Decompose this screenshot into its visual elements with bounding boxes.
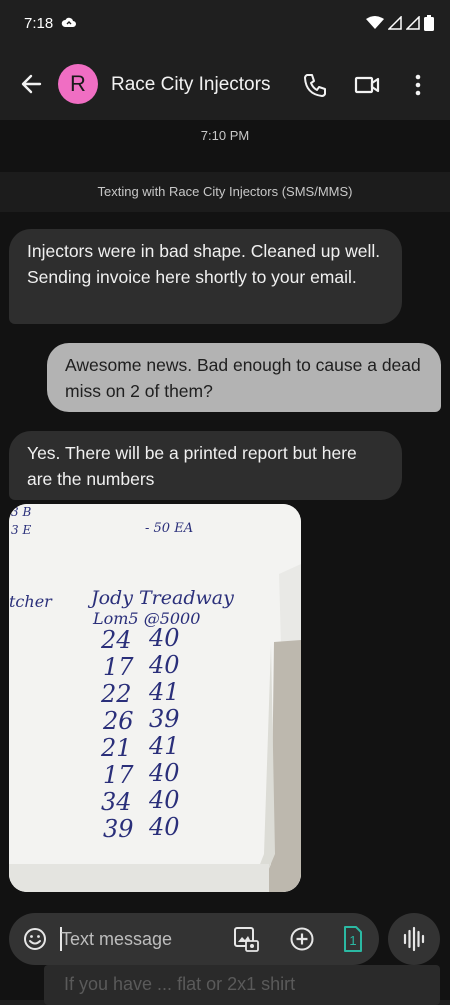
conversation-app-bar: R Race City Injectors	[0, 48, 450, 120]
signal-icon	[388, 16, 402, 30]
photo-side-text: tcher	[9, 592, 53, 611]
photo-value-left: 17	[103, 653, 134, 681]
gallery-icon[interactable]	[233, 926, 259, 952]
voice-wave-icon	[403, 926, 425, 952]
photo-value-left: 39	[103, 815, 134, 843]
sim-card-icon[interactable]: 1	[343, 925, 363, 953]
photo-value-left: 34	[101, 788, 132, 816]
back-arrow-icon[interactable]	[18, 70, 46, 98]
voice-message-button[interactable]	[388, 913, 440, 965]
battery-icon	[424, 15, 434, 31]
photo-value-right: 39	[149, 705, 180, 733]
photo-value-left: 24	[100, 626, 132, 654]
phone-call-icon[interactable]	[302, 72, 328, 98]
photo-value-right: 40	[148, 651, 180, 679]
more-options-icon[interactable]	[410, 72, 426, 98]
message-bubble-outgoing[interactable]: Awesome news. Bad enough to cause a dead…	[47, 343, 441, 412]
sim-label: 1	[349, 933, 356, 948]
photo-value-right: 40	[148, 786, 180, 814]
message-list[interactable]: 7:10 PM Texting with Race City Injectors…	[0, 120, 450, 900]
status-icons	[366, 15, 434, 31]
sms-info-banner: Texting with Race City Injectors (SMS/MM…	[0, 172, 450, 212]
photo-value-left: 22	[100, 680, 132, 708]
compose-area: If you have ... flat or 2x1 shirt 1	[0, 900, 450, 1005]
message-bubble-incoming[interactable]: Injectors were in bad shape. Cleaned up …	[9, 229, 402, 324]
wifi-icon	[366, 16, 384, 29]
status-bar: 7:18	[0, 0, 450, 48]
add-attachment-icon[interactable]	[289, 926, 315, 952]
photo-value-left: 21	[100, 734, 132, 762]
video-call-icon[interactable]	[353, 72, 381, 98]
contact-avatar[interactable]: R	[58, 64, 98, 104]
photo-corner-text: 3 E	[11, 523, 31, 537]
status-time: 7:18	[24, 15, 54, 32]
contact-name[interactable]: Race City Injectors	[111, 74, 270, 96]
photo-value-right: 40	[148, 813, 180, 841]
photo-value-right: 41	[148, 732, 180, 760]
message-input[interactable]	[61, 926, 211, 952]
photo-value-left: 17	[103, 761, 134, 789]
message-timestamp: 7:10 PM	[200, 128, 250, 143]
emoji-icon[interactable]	[23, 927, 47, 951]
photo-corner-text: 3 B	[11, 505, 31, 519]
photo-value-right: 41	[148, 678, 180, 706]
photo-value-right: 40	[148, 759, 180, 787]
signal-icon	[406, 16, 420, 30]
photo-value-left: 26	[102, 707, 134, 735]
background-peek-text: If you have ... flat or 2x1 shirt	[44, 965, 440, 1005]
photo-attachment[interactable]: 3 B 3 E - 50 EA tcher Jody Treadway Lom5…	[9, 504, 301, 892]
photo-corner-text: - 50 EA	[145, 521, 193, 536]
compose-box[interactable]: 1	[9, 913, 379, 965]
photo-header-name: Jody Treadway	[87, 587, 234, 609]
cloud-icon	[61, 17, 76, 27]
photo-value-right: 40	[148, 624, 180, 652]
message-bubble-incoming[interactable]: Yes. There will be a printed report but …	[9, 431, 402, 500]
